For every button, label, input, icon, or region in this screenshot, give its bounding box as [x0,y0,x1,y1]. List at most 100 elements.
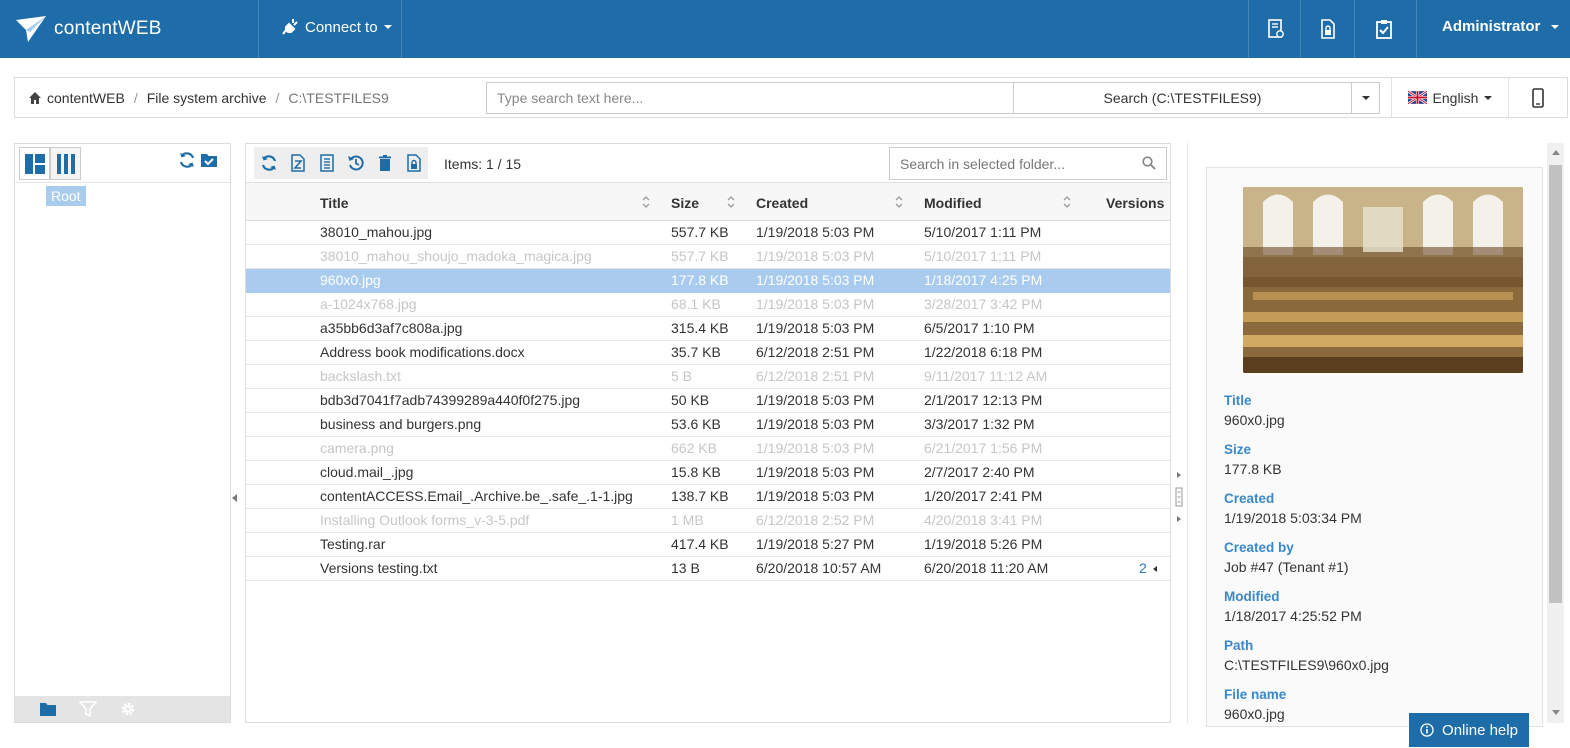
cell-created: 6/20/2018 10:57 AM [756,560,882,576]
table-row[interactable]: Installing Outlook forms_v-3-5.pdf 1 MB 6/… [246,509,1170,533]
table-row[interactable]: bdb3d7041f7adb74399289a440f0f275.jpg 50 K… [246,389,1170,413]
table-row[interactable]: cloud.mail_.jpg 15.8 KB 1/19/2018 5:03 PM 2… [246,461,1170,485]
image-preview[interactable] [1243,187,1523,373]
connect-to-menu[interactable]: Connect to [282,18,392,36]
property-item: File name 960x0.jpg [1224,686,1389,735]
cell-modified: 1/20/2017 2:41 PM [924,488,1043,504]
column-header-created[interactable]: Created [756,183,808,222]
breadcrumb: contentWEB / File system archive / C:\TE… [29,78,389,117]
cell-modified: 1/19/2018 5:26 PM [924,536,1043,552]
folder-check-icon[interactable] [200,151,218,169]
column-header-versions[interactable]: Versions [1106,183,1164,222]
table-row[interactable]: 960x0.jpg 177.8 KB 1/19/2018 5:03 PM 1/18/2… [246,269,1170,293]
breadcrumb-separator: / [133,89,138,106]
top-bar: contentWEB Connect to Administrator [0,0,1570,58]
columns-view-icon [56,153,75,174]
table-row[interactable]: camera.png 662 KB 1/19/2018 5:03 PM 6/21/20… [246,437,1170,461]
cell-size: 68.1 KB [671,296,721,312]
breadcrumb-item[interactable]: contentWEB [47,90,125,106]
chevron-down-icon [1484,95,1493,100]
download-zip-button[interactable] [283,147,312,179]
list-icon [319,154,334,172]
search-button[interactable]: Search (C:\TESTFILES9) [1013,82,1352,114]
user-menu[interactable]: Administrator [1442,18,1559,35]
chevron-left-icon[interactable] [1152,566,1157,573]
mobile-view-button[interactable] [1509,78,1567,117]
tab-settings[interactable] [108,696,148,722]
scroll-down-arrow[interactable] [1552,710,1560,715]
column-header-modified[interactable]: Modified [924,183,982,222]
uk-flag-icon [1407,91,1427,104]
sort-icon[interactable] [727,195,735,209]
right-splitter-handle[interactable] [1175,470,1183,530]
tab-folders[interactable] [28,696,68,722]
sort-icon[interactable] [1063,195,1071,209]
column-header-title[interactable]: Title [320,183,349,222]
cell-size: 15.8 KB [671,464,721,480]
property-label: Modified [1224,589,1280,604]
topbar-divider [1416,0,1417,58]
file-properties: Title 960x0.jpg Size 177.8 KB Created 1/19/20… [1224,392,1389,735]
details-list-button[interactable] [312,147,341,179]
table-row[interactable]: a35bb6d3af7c808a.jpg 315.4 KB 1/19/2018 5:… [246,317,1170,341]
table-row[interactable]: business and burgers.png 53.6 KB 1/19/2018… [246,413,1170,437]
language-selector[interactable]: English [1391,78,1509,117]
search-icon[interactable] [1142,156,1156,170]
cell-title: bdb3d7041f7adb74399289a440f0f275.jpg [320,392,581,408]
info-icon [1420,723,1434,737]
table-row[interactable]: Address book modifications.docx 35.7 KB 6/… [246,341,1170,365]
cell-size: 5 B [671,368,693,384]
document-lock-button[interactable] [1300,0,1356,58]
cell-title: Address book modifications.docx [320,344,525,360]
cell-modified: 3/28/2017 3:42 PM [924,296,1043,312]
search-input[interactable] [486,82,1014,114]
property-label: Size [1224,442,1252,457]
breadcrumb-item[interactable]: File system archive [147,90,267,106]
history-button[interactable] [341,147,370,179]
divider [15,182,230,183]
refresh-button[interactable] [254,147,283,179]
items-count: Items: 1 / 15 [444,156,522,172]
cell-title: a35bb6d3af7c808a.jpg [320,320,463,336]
table-row[interactable]: a-1024x768.jpg 68.1 KB 1/19/2018 5:03 PM 3/… [246,293,1170,317]
sort-icon[interactable] [895,195,903,209]
online-help-button[interactable]: Online help [1409,713,1529,747]
lock-file-button[interactable] [399,147,428,179]
clipboard-check-icon [1376,20,1392,39]
sort-icon[interactable] [642,195,650,209]
details-card: Title 960x0.jpg Size 177.8 KB Created 1/19/20… [1206,167,1543,727]
topbar-divider [1354,0,1355,58]
reports-button[interactable] [1248,0,1304,58]
tasks-button[interactable] [1356,0,1412,58]
cell-modified: 2/7/2017 2:40 PM [924,464,1035,480]
details-scrollbar[interactable] [1547,143,1564,723]
folder-search-input[interactable] [889,147,1167,180]
delete-button[interactable] [370,147,399,179]
tree-node-root[interactable]: Root [46,186,86,206]
tab-filter[interactable] [68,696,108,722]
versions-count-link[interactable]: 2 [1139,560,1147,576]
cell-modified: 1/18/2017 4:25 PM [924,272,1043,288]
table-row[interactable]: 38010_mahou.jpg 557.7 KB 1/19/2018 5:03 PM… [246,221,1170,245]
table-row[interactable]: backslash.txt 5 B 6/12/2018 2:51 PM 9/11/20… [246,365,1170,389]
tree-view-button[interactable] [19,147,50,180]
column-header-size[interactable]: Size [671,183,699,222]
columns-view-button[interactable] [50,147,81,180]
brand[interactable]: contentWEB [14,12,162,46]
property-item: Path C:\TESTFILES9\960x0.jpg [1224,637,1389,686]
breadcrumb-separator: / [275,89,280,106]
left-splitter-toggle[interactable] [232,494,237,502]
cell-versions[interactable]: 2 [1139,557,1157,580]
cell-title: camera.png [320,440,394,456]
cell-modified: 6/21/2017 1:56 PM [924,440,1043,456]
scroll-up-arrow[interactable] [1552,150,1560,155]
refresh-icon[interactable] [178,151,196,169]
search-options-dropdown[interactable] [1351,82,1380,114]
cell-size: 557.7 KB [671,224,729,240]
table-row[interactable]: Versions testing.txt 13 B 6/20/2018 10:57 … [246,557,1170,581]
table-row[interactable]: contentACCESS.Email_.Archive.be_.safe_.1… [246,485,1170,509]
table-row[interactable]: Testing.rar 417.4 KB 1/19/2018 5:27 PM 1/19… [246,533,1170,557]
table-row[interactable]: 38010_mahou_shoujo_madoka_magica.jpg 557.… [246,245,1170,269]
scroll-thumb[interactable] [1549,165,1562,603]
topbar-divider [401,0,402,58]
